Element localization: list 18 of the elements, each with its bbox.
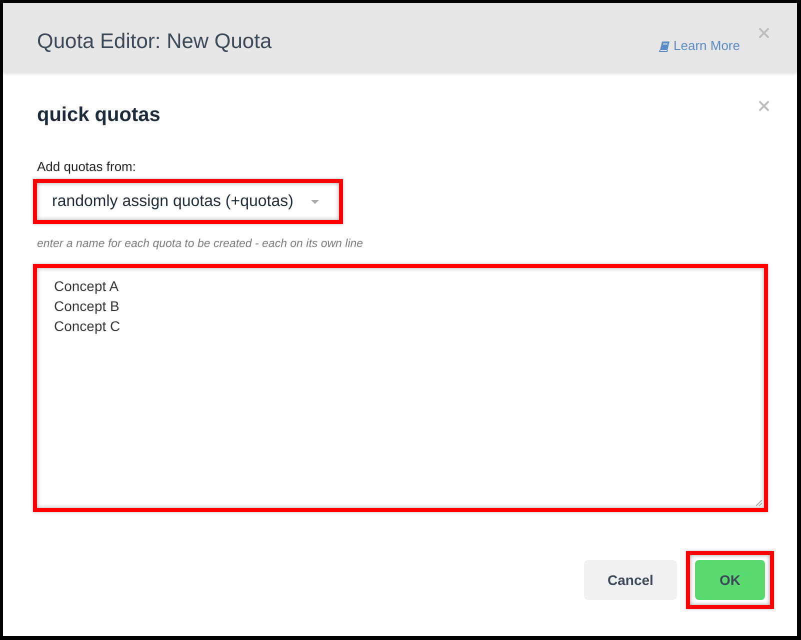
quota-name-line: Concept C (54, 317, 120, 336)
close-button[interactable] (759, 28, 769, 38)
quota-name-line: Concept B (54, 297, 120, 316)
resize-grip-icon[interactable] (756, 500, 762, 506)
close-button[interactable] (759, 101, 769, 111)
dropdown[interactable]: randomly assign quotas (+quotas) (37, 183, 339, 220)
quota-name-line: Concept A (54, 277, 119, 296)
book-icon (658, 40, 670, 52)
close-icon (759, 28, 769, 38)
section-title: quick quotas (37, 103, 160, 128)
ok-button[interactable]: OK (695, 560, 765, 600)
field-label: Add quotas from: (37, 159, 136, 175)
dialog-title: Quota Editor: New Quota (37, 29, 272, 55)
caret-icon (311, 200, 319, 204)
close-icon (759, 101, 769, 111)
cancel-button[interactable]: Cancel (584, 560, 677, 600)
text-area[interactable]: Concept A Concept B Concept C (37, 268, 764, 508)
hint-text: enter a name for each quota to be created - each on its own line (37, 237, 364, 251)
